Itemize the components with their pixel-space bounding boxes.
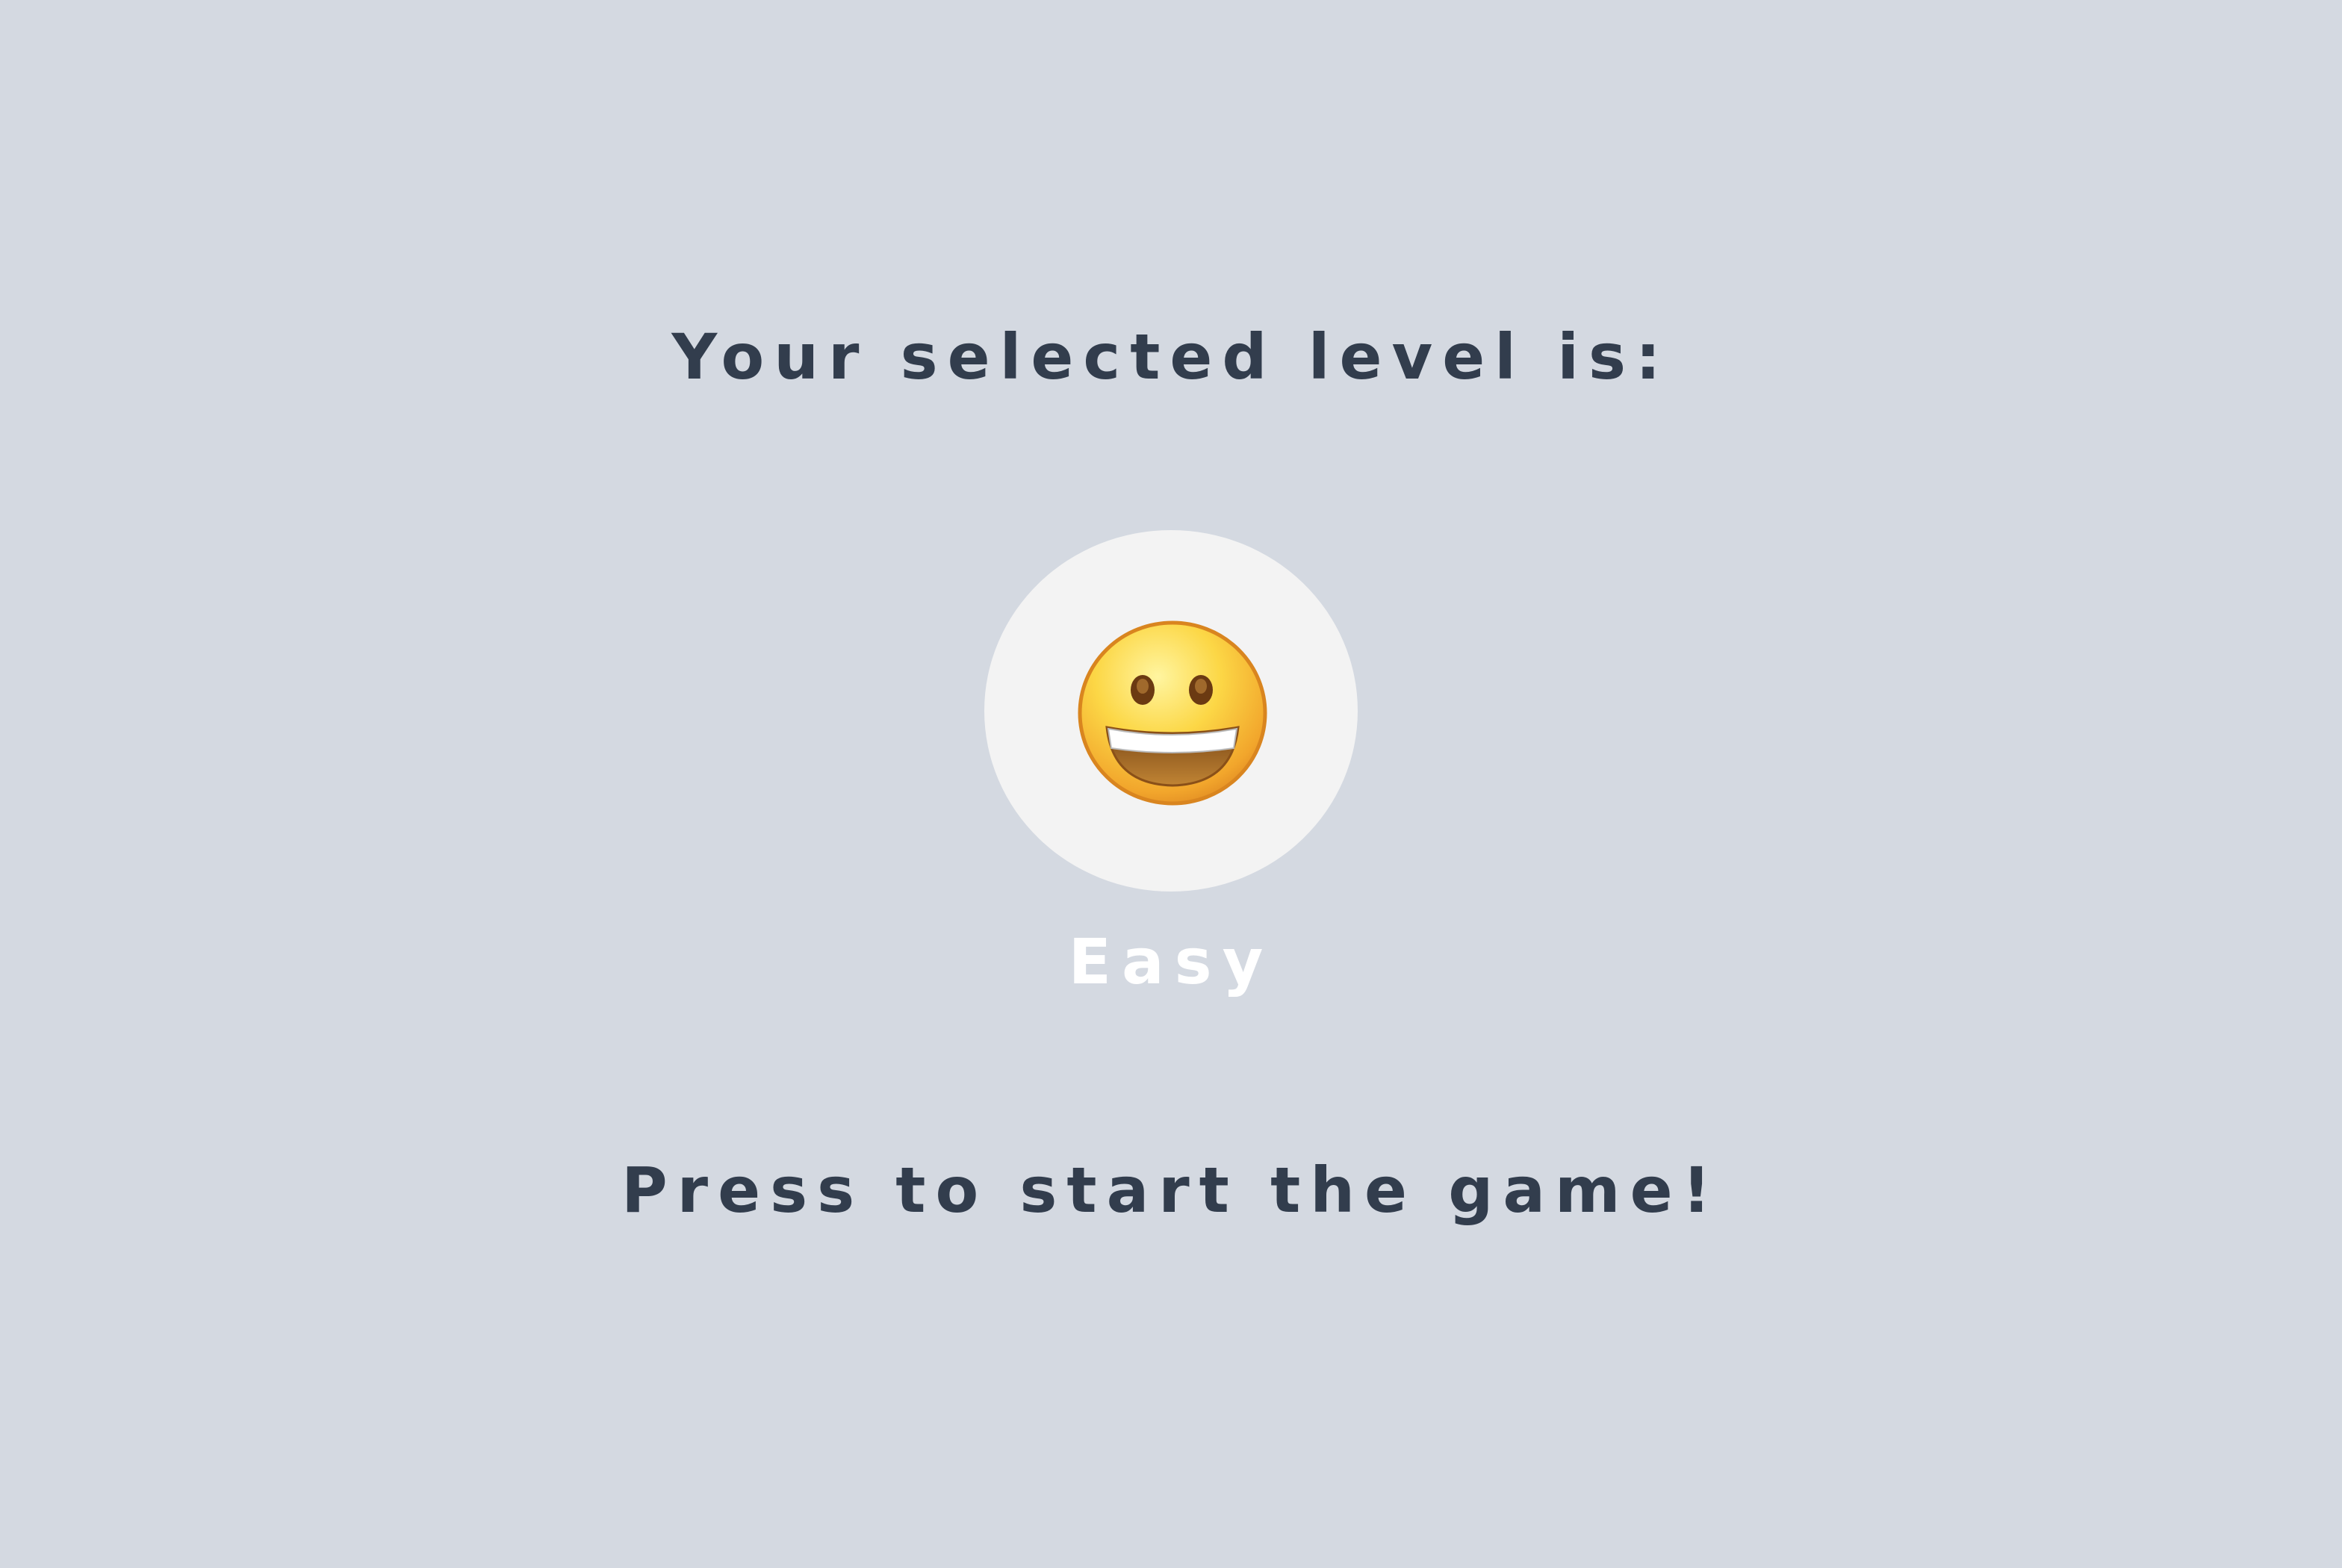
level-start-screen: Your selected level is: Easy Press to st… [0, 0, 2342, 1568]
start-game-prompt[interactable]: Press to start the game! [0, 1159, 2342, 1222]
grinning-face-icon [1078, 620, 1267, 806]
selected-level-title: Your selected level is: [671, 320, 1671, 393]
level-name-label: Easy [1068, 925, 1274, 998]
